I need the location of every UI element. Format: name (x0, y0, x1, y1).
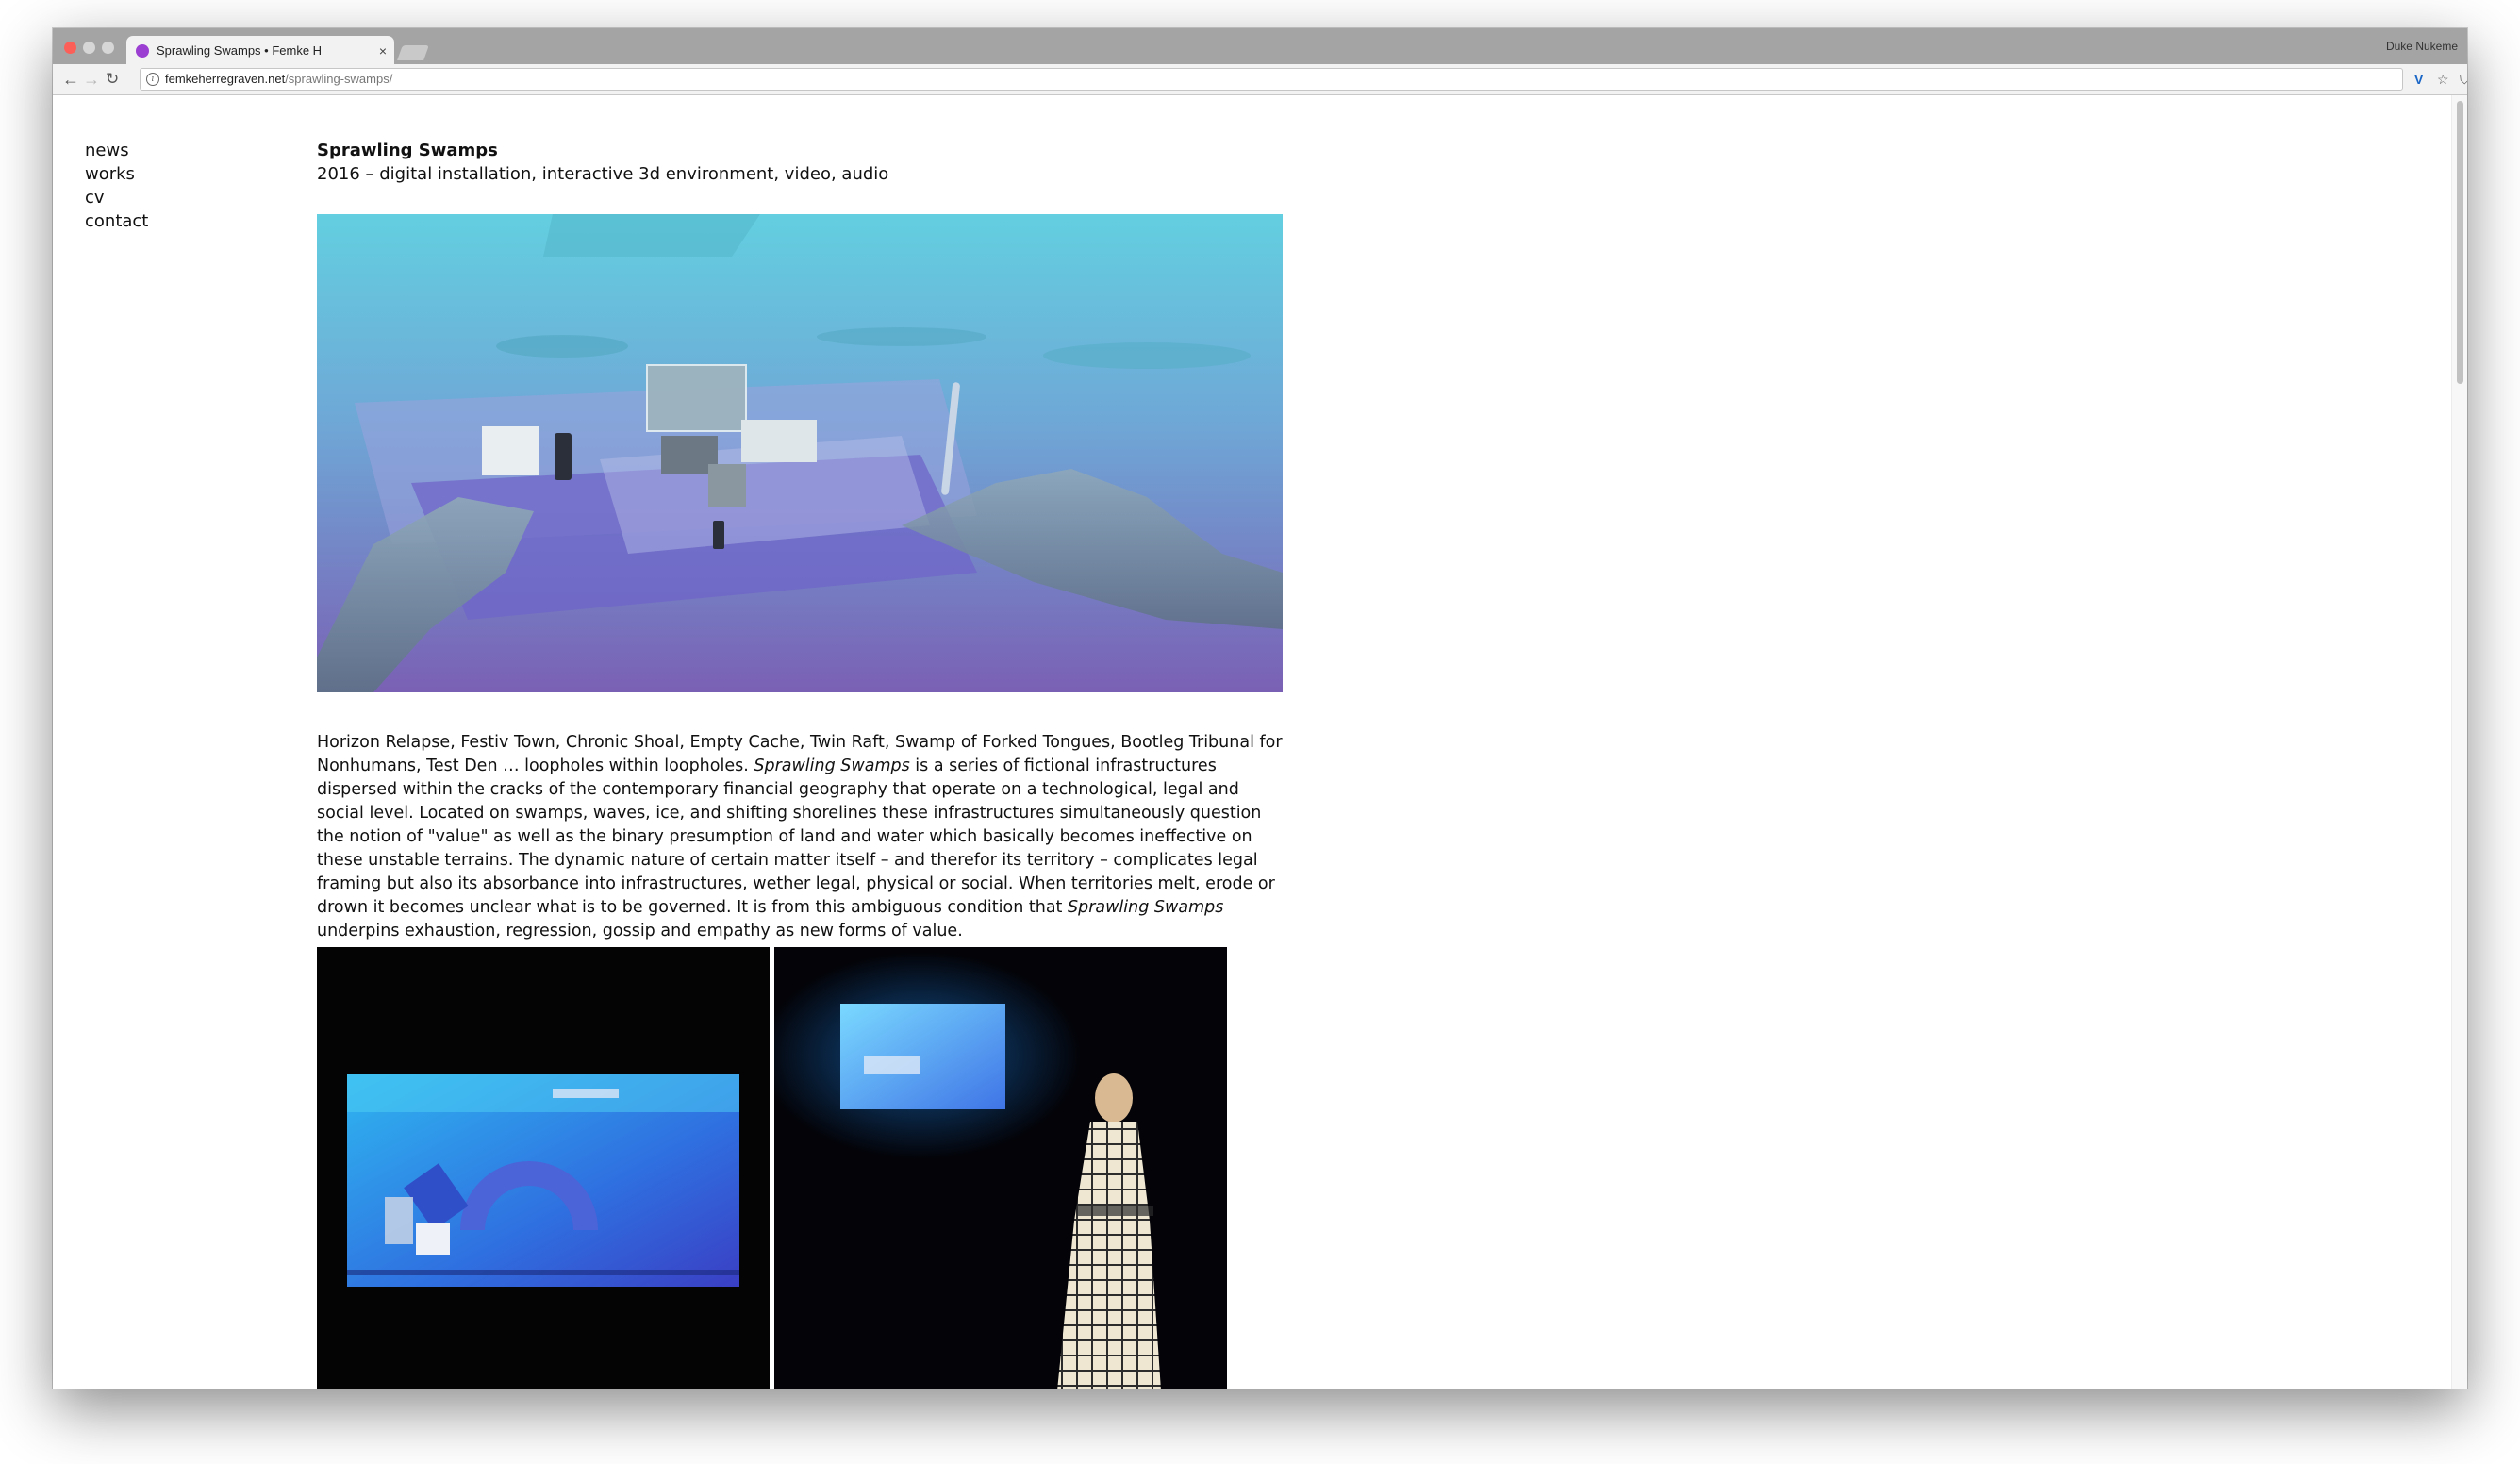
hero-image (317, 214, 1283, 692)
bookmark-star-icon[interactable]: ☆ (2437, 70, 2449, 89)
work-title: Sprawling Swamps (317, 141, 498, 160)
active-tab[interactable]: Sprawling Swamps • Femke H × (126, 36, 394, 65)
browser-window: Sprawling Swamps • Femke H × Duke Nukeme… (53, 28, 2467, 1389)
close-window-button[interactable] (64, 42, 76, 54)
back-arrow-icon[interactable]: ← (62, 68, 79, 91)
page-scrollbar[interactable] (2451, 95, 2467, 1389)
installation-photos (317, 947, 1283, 1389)
description-part-2: is a series of fictional infrastructures… (317, 756, 1275, 917)
installation-photo-visitor (774, 947, 1227, 1389)
nav-link-news[interactable]: news (85, 139, 148, 162)
installation-screen-illustration (317, 947, 770, 1389)
address-bar[interactable]: i femkeherregraven.net/sprawling-swamps/ (140, 68, 2403, 91)
description-italic-1: Sprawling Swamps (754, 756, 910, 775)
installation-visitor-illustration (774, 947, 1227, 1389)
nav-link-works[interactable]: works (85, 162, 148, 186)
description-italic-2: Sprawling Swamps (1067, 897, 1224, 917)
profile-name[interactable]: Duke Nukeme (2386, 40, 2458, 53)
site-info-icon[interactable]: i (146, 73, 159, 86)
nav-link-cv[interactable]: cv (85, 186, 148, 209)
site-navigation: news works cv contact (85, 139, 148, 233)
reload-icon[interactable]: ↻ (106, 68, 119, 91)
maximize-window-button[interactable] (102, 42, 114, 54)
url-host: femkeherregraven.net (165, 72, 286, 86)
hero-landscape-illustration (317, 214, 1283, 692)
minimize-window-button[interactable] (83, 42, 95, 54)
tab-title: Sprawling Swamps • Femke H (157, 43, 323, 58)
installation-photo-screen (317, 947, 770, 1389)
site-favicon-icon (136, 43, 149, 58)
forward-arrow-icon[interactable]: → (83, 68, 100, 91)
tab-strip: Sprawling Swamps • Femke H × Duke Nukeme (53, 28, 2467, 65)
url-path: /sprawling-swamps/ (285, 72, 393, 86)
extension-v-icon[interactable]: V (2414, 70, 2423, 89)
new-tab-button[interactable] (397, 45, 429, 60)
tab-close-icon[interactable]: × (379, 43, 387, 58)
browser-toolbar: ← → ↻ i femkeherregraven.net/sprawling-s… (53, 64, 2467, 95)
scrollbar-thumb[interactable] (2457, 101, 2463, 384)
work-subtitle: 2016 – digital installation, interactive… (317, 164, 889, 184)
work-content: Sprawling Swamps 2016 – digital installa… (317, 139, 1283, 1389)
work-description: Horizon Relapse, Festiv Town, Chronic Sh… (317, 731, 1288, 943)
extension-shield-icon[interactable]: ⛉ (2460, 70, 2467, 89)
description-part-3: underpins exhaustion, regression, gossip… (317, 921, 963, 940)
page-viewport: news works cv contact Sprawling Swamps 2… (53, 95, 2467, 1389)
nav-link-contact[interactable]: contact (85, 209, 148, 233)
url-text[interactable]: femkeherregraven.net/sprawling-swamps/ (165, 72, 392, 86)
